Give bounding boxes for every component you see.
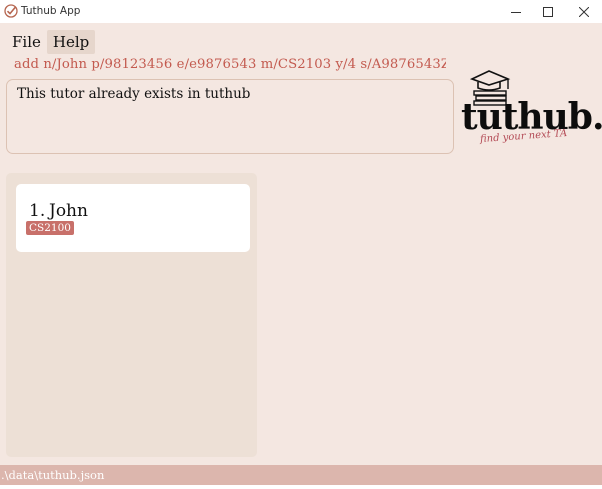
window-bottom-edge [0, 485, 602, 489]
tutor-name: John [49, 201, 88, 221]
window-title: Tuthub App [21, 5, 81, 17]
result-display: This tutor already exists in tuthub [6, 79, 454, 154]
close-button[interactable] [566, 0, 602, 23]
menu-help[interactable]: Help [46, 30, 96, 54]
tutor-index: 1. [29, 201, 46, 221]
tutor-list-panel[interactable]: 1. John CS2100 [6, 173, 257, 457]
menu-file[interactable]: File [6, 30, 47, 54]
command-input[interactable]: add n/John p/98123456 e/e9876543 m/CS210… [14, 57, 446, 75]
status-bar: .\data\tuthub.json [0, 465, 602, 485]
close-icon [579, 6, 589, 17]
check-badge-icon [4, 4, 18, 18]
maximize-icon [543, 6, 553, 17]
menu-bar: File Help [6, 30, 96, 54]
data-file-path: .\data\tuthub.json [1, 468, 105, 482]
module-tag: CS2100 [26, 221, 74, 235]
tutor-card[interactable]: 1. John CS2100 [16, 184, 250, 252]
minimize-icon [511, 11, 521, 13]
maximize-button[interactable] [530, 0, 566, 23]
window-title-bar: Tuthub App [0, 0, 602, 23]
tuthub-logo: tuthub. find your next TA [458, 66, 602, 156]
result-message: This tutor already exists in tuthub [17, 86, 251, 102]
minimize-button[interactable] [498, 0, 534, 23]
